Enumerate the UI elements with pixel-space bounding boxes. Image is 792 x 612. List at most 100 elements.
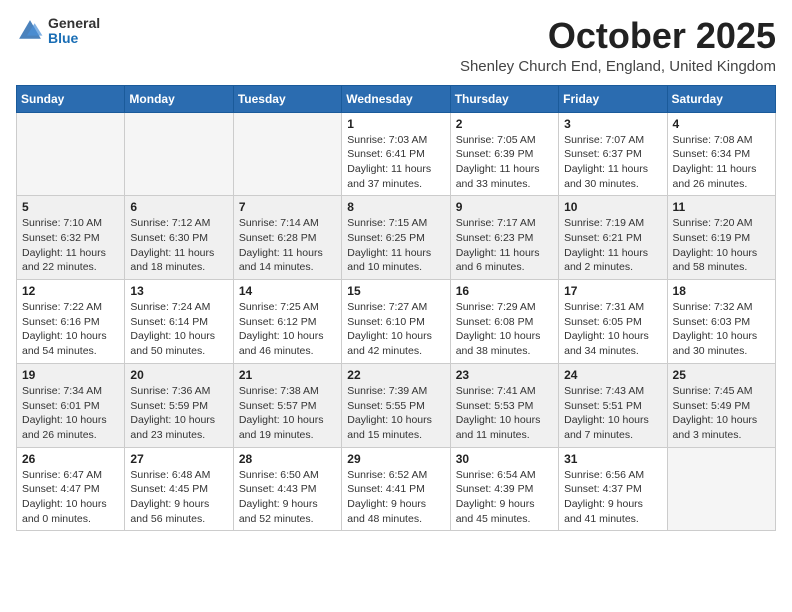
logo: General Blue (16, 16, 100, 47)
calendar-week-row: 26 Sunrise: 6:47 AM Sunset: 4:47 PM Dayli… (17, 447, 776, 531)
day-number: 19 (22, 368, 119, 382)
day-info: Sunrise: 7:36 AM Sunset: 5:59 PM Dayligh… (130, 384, 227, 443)
day-info: Sunrise: 6:47 AM Sunset: 4:47 PM Dayligh… (22, 468, 119, 527)
weekday-header-wednesday: Wednesday (342, 85, 450, 112)
calendar: SundayMondayTuesdayWednesdayThursdayFrid… (16, 85, 776, 532)
day-number: 24 (564, 368, 661, 382)
day-number: 5 (22, 200, 119, 214)
day-info: Sunrise: 7:25 AM Sunset: 6:12 PM Dayligh… (239, 300, 336, 359)
day-number: 27 (130, 452, 227, 466)
day-number: 1 (347, 117, 444, 131)
calendar-cell: 18Sunrise: 7:32 AM Sunset: 6:03 PM Dayli… (667, 280, 775, 364)
day-number: 13 (130, 284, 227, 298)
logo-text: General Blue (48, 16, 100, 47)
page-header: General Blue October 2025 Shenley Church… (16, 16, 776, 75)
day-number: 29 (347, 452, 444, 466)
logo-icon (16, 17, 44, 45)
day-number: 25 (673, 368, 770, 382)
day-info: Sunrise: 7:24 AM Sunset: 6:14 PM Dayligh… (130, 300, 227, 359)
day-info: Sunrise: 6:50 AM Sunset: 4:43 PM Dayligh… (239, 468, 336, 527)
day-info: Sunrise: 7:41 AM Sunset: 5:53 PM Dayligh… (456, 384, 553, 443)
calendar-cell: 20 Sunrise: 7:36 AM Sunset: 5:59 PM Dayli… (125, 363, 233, 447)
calendar-cell: 29Sunrise: 6:52 AM Sunset: 4:41 PM Dayli… (342, 447, 450, 531)
day-info: Sunrise: 7:14 AM Sunset: 6:28 PM Dayligh… (239, 216, 336, 275)
calendar-cell: 22 Sunrise: 7:39 AM Sunset: 5:55 PM Dayli… (342, 363, 450, 447)
day-number: 6 (130, 200, 227, 214)
calendar-cell: 3 Sunrise: 7:07 AM Sunset: 6:37 PM Daylig… (559, 112, 667, 196)
day-info: Sunrise: 7:38 AM Sunset: 5:57 PM Dayligh… (239, 384, 336, 443)
calendar-cell (667, 447, 775, 531)
calendar-cell: 16 Sunrise: 7:29 AM Sunset: 6:08 PM Dayli… (450, 280, 558, 364)
day-info: Sunrise: 7:03 AM Sunset: 6:41 PM Dayligh… (347, 133, 444, 192)
calendar-cell: 9 Sunrise: 7:17 AM Sunset: 6:23 PM Daylig… (450, 196, 558, 280)
calendar-cell (233, 112, 341, 196)
calendar-cell: 17 Sunrise: 7:31 AM Sunset: 6:05 PM Dayli… (559, 280, 667, 364)
calendar-cell: 5 Sunrise: 7:10 AM Sunset: 6:32 PM Daylig… (17, 196, 125, 280)
day-number: 17 (564, 284, 661, 298)
calendar-cell: 8 Sunrise: 7:15 AM Sunset: 6:25 PM Daylig… (342, 196, 450, 280)
day-number: 3 (564, 117, 661, 131)
day-number: 20 (130, 368, 227, 382)
weekday-header-saturday: Saturday (667, 85, 775, 112)
calendar-cell: 21 Sunrise: 7:38 AM Sunset: 5:57 PM Dayli… (233, 363, 341, 447)
weekday-header-tuesday: Tuesday (233, 85, 341, 112)
weekday-header-monday: Monday (125, 85, 233, 112)
day-number: 22 (347, 368, 444, 382)
day-info: Sunrise: 7:12 AM Sunset: 6:30 PM Dayligh… (130, 216, 227, 275)
calendar-cell: 15Sunrise: 7:27 AM Sunset: 6:10 PM Dayli… (342, 280, 450, 364)
calendar-cell: 23 Sunrise: 7:41 AM Sunset: 5:53 PM Dayli… (450, 363, 558, 447)
calendar-cell: 6 Sunrise: 7:12 AM Sunset: 6:30 PM Daylig… (125, 196, 233, 280)
calendar-cell: 11Sunrise: 7:20 AM Sunset: 6:19 PM Dayli… (667, 196, 775, 280)
weekday-header-sunday: Sunday (17, 85, 125, 112)
day-info: Sunrise: 7:07 AM Sunset: 6:37 PM Dayligh… (564, 133, 661, 192)
title-block: October 2025 Shenley Church End, England… (460, 16, 776, 75)
day-number: 7 (239, 200, 336, 214)
day-info: Sunrise: 7:31 AM Sunset: 6:05 PM Dayligh… (564, 300, 661, 359)
calendar-cell: 30Sunrise: 6:54 AM Sunset: 4:39 PM Dayli… (450, 447, 558, 531)
calendar-cell: 26 Sunrise: 6:47 AM Sunset: 4:47 PM Dayli… (17, 447, 125, 531)
calendar-week-row: 19 Sunrise: 7:34 AM Sunset: 6:01 PM Dayli… (17, 363, 776, 447)
calendar-cell: 10 Sunrise: 7:19 AM Sunset: 6:21 PM Dayli… (559, 196, 667, 280)
day-number: 16 (456, 284, 553, 298)
location: Shenley Church End, England, United King… (460, 58, 776, 75)
calendar-cell: 14 Sunrise: 7:25 AM Sunset: 6:12 PM Dayli… (233, 280, 341, 364)
day-info: Sunrise: 6:48 AM Sunset: 4:45 PM Dayligh… (130, 468, 227, 527)
day-number: 9 (456, 200, 553, 214)
calendar-cell: 1 Sunrise: 7:03 AM Sunset: 6:41 PM Daylig… (342, 112, 450, 196)
day-number: 15 (347, 284, 444, 298)
day-info: Sunrise: 6:56 AM Sunset: 4:37 PM Dayligh… (564, 468, 661, 527)
calendar-cell: 2Sunrise: 7:05 AM Sunset: 6:39 PM Daylig… (450, 112, 558, 196)
day-info: Sunrise: 7:08 AM Sunset: 6:34 PM Dayligh… (673, 133, 770, 192)
logo-blue: Blue (48, 31, 100, 46)
calendar-cell (125, 112, 233, 196)
day-info: Sunrise: 7:29 AM Sunset: 6:08 PM Dayligh… (456, 300, 553, 359)
day-info: Sunrise: 7:10 AM Sunset: 6:32 PM Dayligh… (22, 216, 119, 275)
day-number: 14 (239, 284, 336, 298)
day-info: Sunrise: 7:43 AM Sunset: 5:51 PM Dayligh… (564, 384, 661, 443)
day-info: Sunrise: 7:17 AM Sunset: 6:23 PM Dayligh… (456, 216, 553, 275)
day-number: 10 (564, 200, 661, 214)
calendar-week-row: 5 Sunrise: 7:10 AM Sunset: 6:32 PM Daylig… (17, 196, 776, 280)
day-number: 8 (347, 200, 444, 214)
day-info: Sunrise: 7:34 AM Sunset: 6:01 PM Dayligh… (22, 384, 119, 443)
day-info: Sunrise: 7:39 AM Sunset: 5:55 PM Dayligh… (347, 384, 444, 443)
calendar-cell: 24 Sunrise: 7:43 AM Sunset: 5:51 PM Dayli… (559, 363, 667, 447)
day-info: Sunrise: 7:32 AM Sunset: 6:03 PM Dayligh… (673, 300, 770, 359)
weekday-header-friday: Friday (559, 85, 667, 112)
day-info: Sunrise: 7:19 AM Sunset: 6:21 PM Dayligh… (564, 216, 661, 275)
day-number: 28 (239, 452, 336, 466)
day-info: Sunrise: 7:20 AM Sunset: 6:19 PM Dayligh… (673, 216, 770, 275)
day-info: Sunrise: 7:15 AM Sunset: 6:25 PM Dayligh… (347, 216, 444, 275)
calendar-cell: 13 Sunrise: 7:24 AM Sunset: 6:14 PM Dayli… (125, 280, 233, 364)
calendar-cell: 31 Sunrise: 6:56 AM Sunset: 4:37 PM Dayli… (559, 447, 667, 531)
weekday-header-thursday: Thursday (450, 85, 558, 112)
day-number: 23 (456, 368, 553, 382)
calendar-week-row: 12Sunrise: 7:22 AM Sunset: 6:16 PM Dayli… (17, 280, 776, 364)
calendar-cell (17, 112, 125, 196)
calendar-cell: 19 Sunrise: 7:34 AM Sunset: 6:01 PM Dayli… (17, 363, 125, 447)
day-number: 4 (673, 117, 770, 131)
weekday-header-row: SundayMondayTuesdayWednesdayThursdayFrid… (17, 85, 776, 112)
day-number: 26 (22, 452, 119, 466)
day-number: 31 (564, 452, 661, 466)
day-number: 21 (239, 368, 336, 382)
